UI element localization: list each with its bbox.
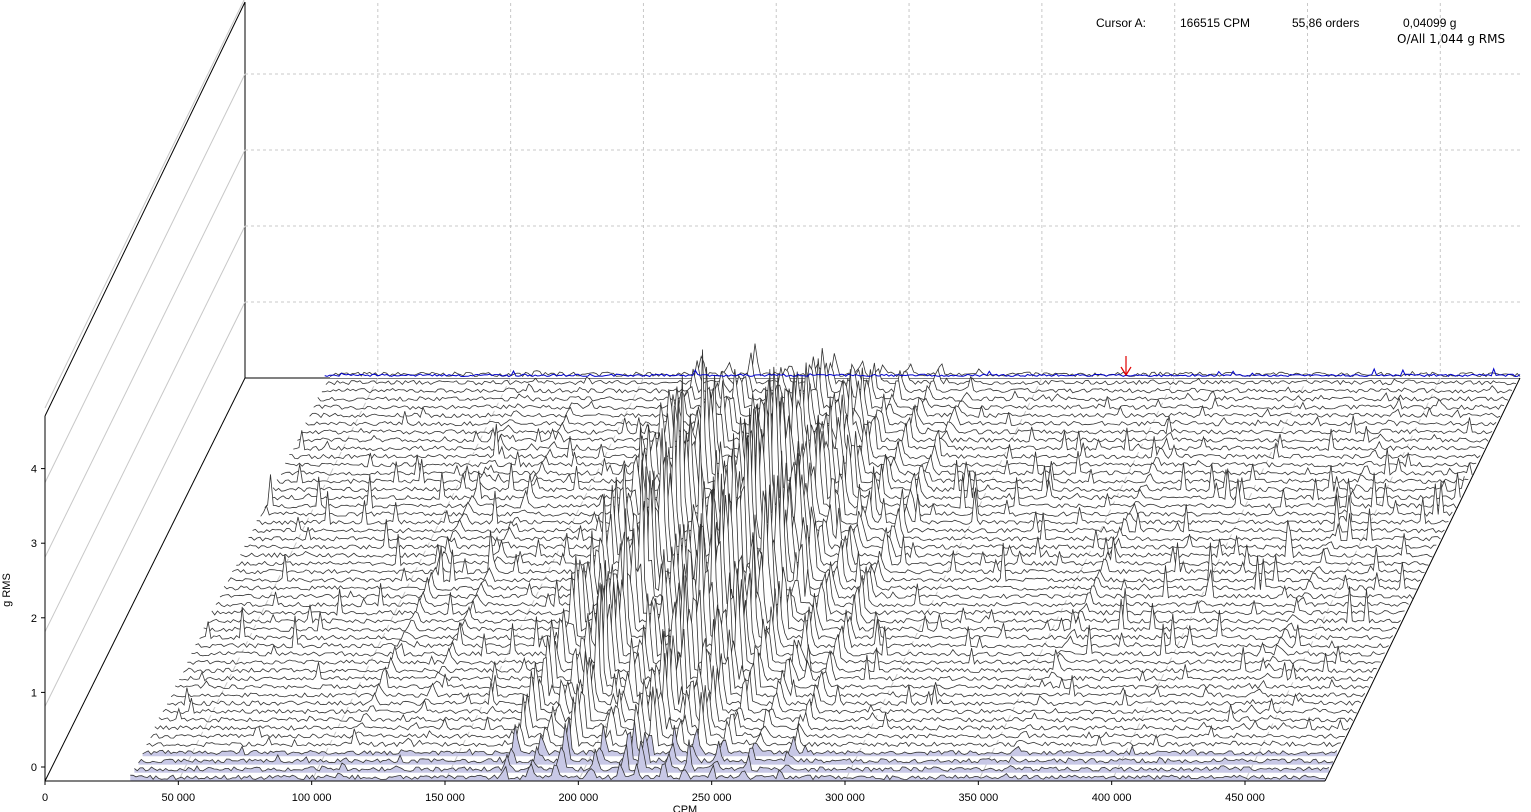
y-tick-label: 0 bbox=[31, 762, 37, 774]
x-tick-label: 300 000 bbox=[825, 792, 865, 804]
waterfall-chart: 0 50 000 100 000 150 000 200 000 250 000 300 0… bbox=[0, 0, 1531, 812]
x-tick-label: 100 000 bbox=[292, 792, 332, 804]
y-tick-label: 3 bbox=[31, 538, 37, 550]
x-axis-label: CPM bbox=[673, 804, 697, 812]
cursor-amplitude-value: 0,04099 g bbox=[1403, 16, 1457, 30]
x-tick-label: 350 000 bbox=[958, 792, 998, 804]
y-axis-label: g RMS bbox=[1, 573, 13, 607]
x-tick-label: 450 000 bbox=[1225, 792, 1265, 804]
cursor-cpm-value: 166515 CPM bbox=[1180, 16, 1251, 30]
x-tick-label: 0 bbox=[42, 792, 48, 804]
spectrum-trace bbox=[325, 352, 1517, 386]
side-grid-line bbox=[44, 225, 246, 633]
waterfall-plot: 0 50 000 100 000 150 000 200 000 250 000 300 0… bbox=[1, 0, 1521, 812]
side-grid-line bbox=[44, 0, 245, 409]
x-tick-label: 50 000 bbox=[162, 792, 196, 804]
y-tick-label: 4 bbox=[31, 464, 37, 476]
x-tick-label: 200 000 bbox=[558, 792, 598, 804]
y-tick-label: 1 bbox=[31, 687, 37, 699]
x-tick-label: 400 000 bbox=[1092, 792, 1132, 804]
x-tick-label: 150 000 bbox=[425, 792, 465, 804]
spectrum-traces bbox=[130, 343, 1521, 781]
back-wall bbox=[244, 2, 1520, 379]
y-tick-label: 2 bbox=[31, 613, 37, 625]
cursor-marker[interactable] bbox=[1120, 356, 1132, 377]
spectrum-trace bbox=[329, 343, 1521, 378]
x-tick-label: 250 000 bbox=[692, 792, 732, 804]
cursor-label: Cursor A: bbox=[1096, 16, 1147, 30]
overall-rms-value: O/All 1,044 g RMS bbox=[1397, 32, 1506, 46]
side-grid-line bbox=[44, 73, 246, 483]
cursor-orders-value: 55,86 orders bbox=[1292, 16, 1360, 30]
